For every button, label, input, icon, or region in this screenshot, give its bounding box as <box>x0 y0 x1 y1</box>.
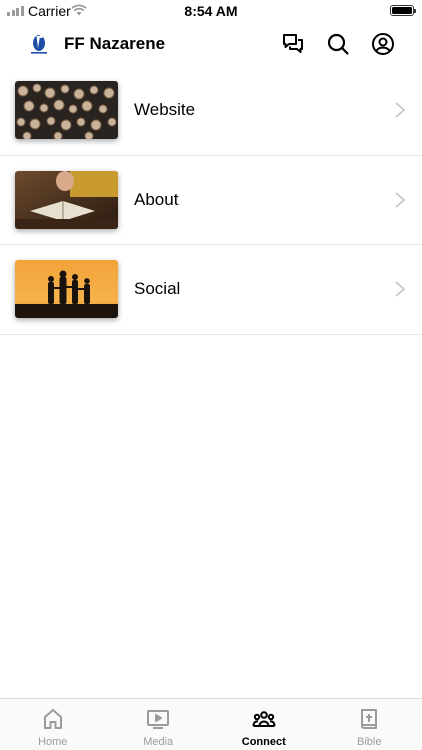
tab-label-media: Media <box>143 736 174 748</box>
profile-icon[interactable] <box>371 32 395 56</box>
tab-label-bible: Bible <box>357 736 382 748</box>
tab-home[interactable]: Home <box>0 699 106 750</box>
tab-label-home: Home <box>38 736 68 748</box>
tab-bible[interactable]: Bible <box>317 699 422 750</box>
home-icon <box>43 709 62 729</box>
church-logo-icon <box>31 34 47 54</box>
connect-menu-list: Website About Social <box>0 66 422 335</box>
chevron-right-icon <box>395 102 406 118</box>
item-label-about: About <box>134 189 179 209</box>
search-icon[interactable] <box>326 32 350 56</box>
chevron-right-icon <box>395 281 406 297</box>
stacked-logs-image <box>15 81 118 139</box>
battery-icon <box>390 5 416 16</box>
list-item-social[interactable]: Social <box>0 245 422 335</box>
chat-icon[interactable] <box>281 32 305 56</box>
media-icon <box>147 710 170 729</box>
tab-label-connect: Connect <box>241 736 286 748</box>
connect-icon <box>252 711 276 727</box>
tab-media[interactable]: Media <box>106 699 212 750</box>
tab-connect[interactable]: Connect <box>211 699 317 750</box>
bible-icon <box>361 709 378 729</box>
chevron-right-icon <box>395 191 406 208</box>
status-bar: Carrier 8:54 AM <box>0 0 422 22</box>
app-title: FF Nazarene <box>64 34 166 53</box>
list-item-about[interactable]: About <box>0 156 422 245</box>
open-bible-image <box>15 170 118 229</box>
status-time: 8:54 AM <box>184 3 238 19</box>
nav-bar: FF Nazarene <box>0 22 422 66</box>
list-item-website[interactable]: Website <box>0 66 422 156</box>
item-label-website: Website <box>134 100 196 119</box>
sunset-silhouettes-image <box>15 260 118 318</box>
tab-bar: Home Media Connect Bible <box>0 698 422 750</box>
item-label-social: Social <box>134 279 181 298</box>
